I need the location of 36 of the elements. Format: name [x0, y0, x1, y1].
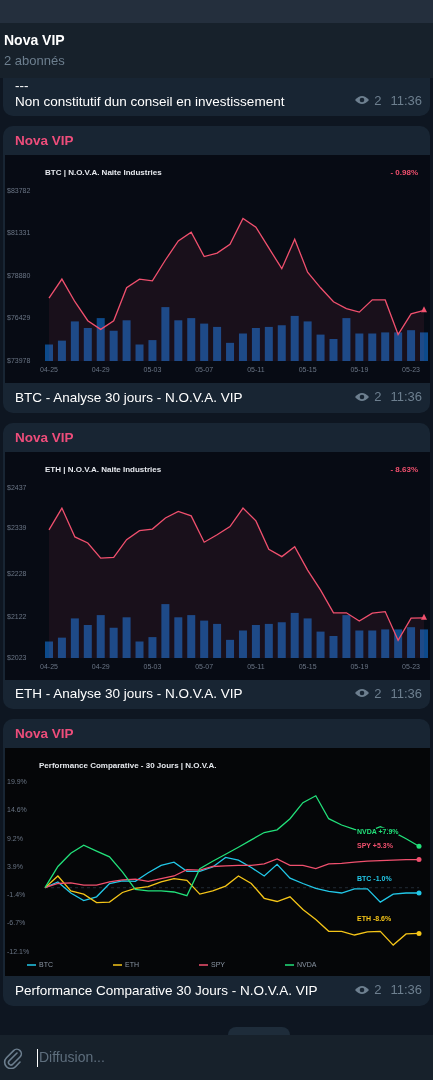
eye-icon	[354, 983, 371, 996]
message-time: 11:36	[390, 91, 422, 110]
change-value: - 8.63%	[390, 464, 418, 474]
end-dot	[416, 930, 422, 936]
chart-title: BTC | N.O.V.A. Naite Industries	[45, 168, 162, 177]
eye-icon	[354, 687, 371, 700]
chart-title: Performance Comparative - 30 Jours | N.O.V.A.	[39, 761, 217, 770]
chart-title: ETH | N.O.V.A. Naite Industries	[45, 464, 162, 474]
change-value: - 0.98%	[390, 168, 418, 177]
message-time: 11:36	[390, 981, 422, 999]
end-dot	[416, 857, 422, 863]
author-name[interactable]: Nova VIP	[3, 422, 86, 452]
message-caption: Performance Comparative 30 Jours - N.O.V.A. VIP	[15, 981, 319, 1000]
end-dot	[416, 890, 422, 896]
message-input[interactable]: Diffusion...	[37, 1048, 337, 1067]
message-text: ---	[15, 78, 29, 94]
view-count: 2	[374, 91, 382, 110]
channel-title: Nova VIP	[4, 31, 65, 49]
paperclip-icon[interactable]	[3, 1046, 23, 1069]
view-count: 2	[374, 388, 382, 406]
message-time: 11:36	[390, 684, 422, 703]
eye-icon	[354, 390, 371, 403]
message-caption: ETH - Analyse 30 jours - N.O.V.A. VIP	[15, 685, 244, 703]
view-count: 2	[374, 684, 382, 703]
end-marker	[421, 306, 427, 313]
view-count: 2	[374, 981, 382, 999]
eye-icon	[354, 94, 371, 107]
author-name[interactable]: Nova VIP	[3, 126, 86, 155]
message-text: Non constitutif dun conseil en investissement	[15, 94, 285, 110]
subscriber-count: 2 abonnés	[4, 52, 65, 70]
message-time: 11:36	[390, 388, 422, 406]
message-caption: BTC - Analyse 30 jours - N.O.V.A. VIP	[15, 388, 244, 407]
message-composer[interactable]: Diffusion...	[0, 1035, 433, 1080]
end-marker	[421, 613, 427, 620]
author-name[interactable]: Nova VIP	[3, 719, 86, 748]
end-dot	[416, 843, 422, 849]
